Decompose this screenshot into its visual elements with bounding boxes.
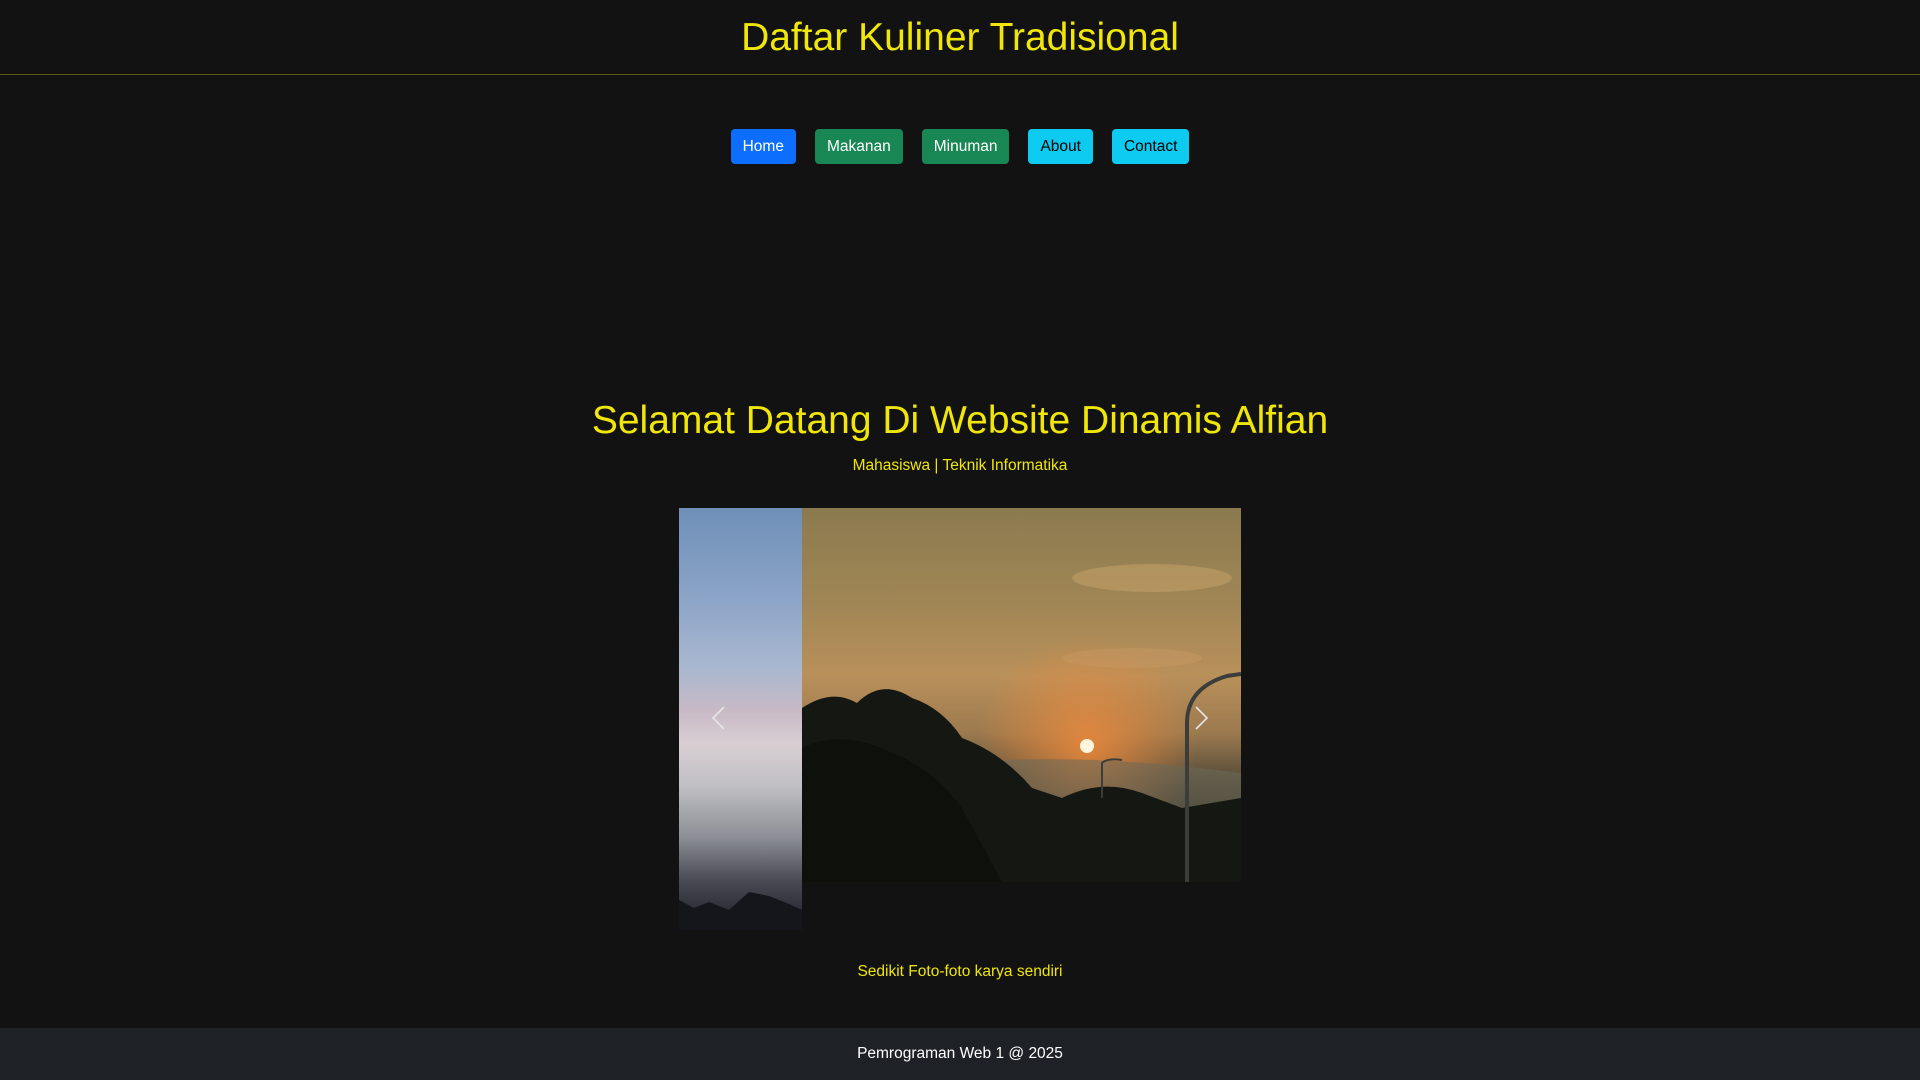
main-nav: Home Makanan Minuman About Contact [0, 129, 1920, 164]
carousel-prev-button[interactable] [705, 703, 735, 733]
nav-contact-button[interactable]: Contact [1111, 129, 1190, 164]
carousel-caption: Sedikit Foto-foto karya sendiri [857, 962, 1063, 980]
nav-about-button[interactable]: About [1028, 129, 1093, 164]
chevron-right-icon [1195, 706, 1209, 730]
site-footer: Pemrograman Web 1 @ 2025 [0, 1028, 1920, 1080]
hero-section: Selamat Datang Di Website Dinamis Alfian… [0, 399, 1920, 475]
hero-title: Selamat Datang Di Website Dinamis Alfian [591, 399, 1329, 442]
hero-subtitle: Mahasiswa | Teknik Informatika [852, 456, 1068, 474]
nav-home-button[interactable]: Home [730, 129, 796, 164]
sunset-scene [802, 508, 1241, 882]
carousel-next-button[interactable] [1185, 703, 1215, 733]
site-title: Daftar Kuliner Tradisional [741, 15, 1179, 59]
page: Daftar Kuliner Tradisional Home Makanan … [0, 0, 1920, 1080]
footer-text: Pemrograman Web 1 @ 2025 [857, 1045, 1063, 1062]
site-header: Daftar Kuliner Tradisional [0, 0, 1920, 75]
carousel-empty-area [802, 882, 1241, 930]
photo-carousel[interactable] [679, 508, 1241, 930]
carousel-slide-sky-photo [679, 508, 802, 930]
chevron-left-icon [711, 706, 725, 730]
carousel-slide-sunset-photo [802, 508, 1241, 882]
mountain-silhouette [679, 892, 802, 930]
nav-makanan-button[interactable]: Makanan [814, 129, 903, 164]
nav-minuman-button[interactable]: Minuman [921, 129, 1010, 164]
